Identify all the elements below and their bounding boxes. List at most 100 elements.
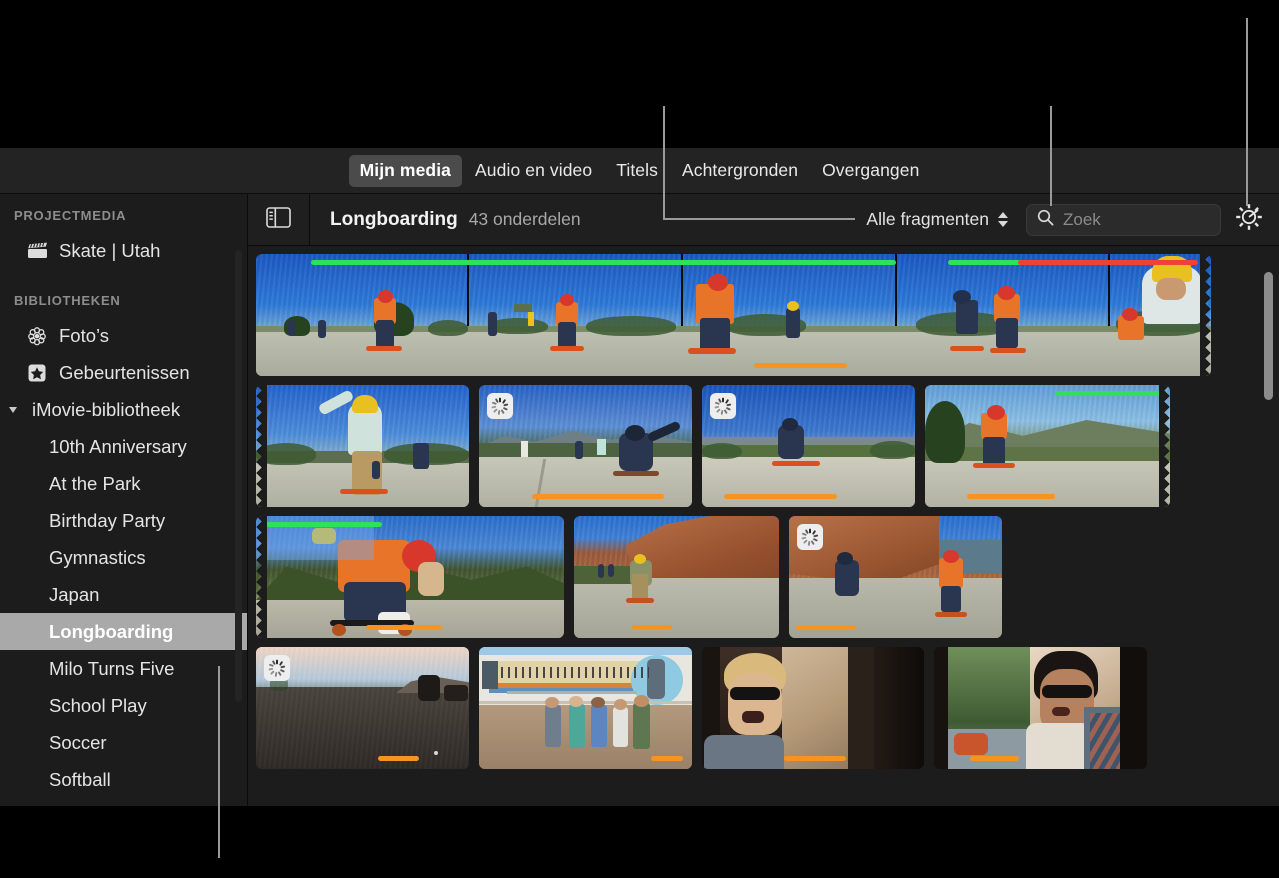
clip-row: [256, 385, 1279, 507]
sidebar-item-japan[interactable]: Japan: [0, 576, 247, 613]
tab-achtergronden[interactable]: Achtergronden: [671, 155, 809, 187]
search-input[interactable]: Zoek: [1063, 210, 1101, 230]
tab-mijn-media[interactable]: Mijn media: [349, 155, 462, 187]
clip-row: [256, 254, 1279, 376]
keyword-marker-bar: [970, 756, 1019, 761]
clip-thumbnail[interactable]: [925, 385, 1170, 507]
media-browser-tabbar: Mijn media Audio en video Titels Achterg…: [0, 148, 1279, 194]
sidebar-item-gebeurtenissen[interactable]: Gebeurtenissen: [0, 354, 247, 391]
sidebar-scrollbar[interactable]: [235, 250, 242, 702]
keyword-marker-bar: [754, 363, 847, 368]
clip-thumbnail[interactable]: [479, 385, 692, 507]
clip-thumbnail[interactable]: [702, 647, 924, 769]
clip-thumbnail[interactable]: [789, 516, 1002, 638]
sidebar-item-soccer[interactable]: Soccer: [0, 724, 247, 761]
analyzing-spinner-icon: [710, 393, 736, 419]
sidebar-item-label: Foto’s: [59, 325, 109, 347]
sidebar-item-label: Gebeurtenissen: [59, 362, 190, 384]
sidebar-item-milo-turns-five[interactable]: Milo Turns Five: [0, 650, 247, 687]
sidebar-item-at-the-park[interactable]: At the Park: [0, 465, 247, 502]
sidebar-item-label: Birthday Party: [49, 510, 165, 532]
callout-filter-popup: [663, 218, 855, 220]
sidebar-item-label: 10th Anniversary: [49, 436, 187, 458]
item-count-label: 43 onderdelen: [469, 209, 581, 230]
tab-label: Audio en video: [475, 160, 592, 180]
keyword-marker-bar: [378, 756, 419, 761]
tab-label: Mijn media: [360, 160, 451, 180]
clip-continues-edge-icon: [256, 516, 267, 638]
imovie-media-browser-window: Mijn media Audio en video Titels Achterg…: [0, 0, 1279, 878]
clip-continues-edge-icon: [1200, 254, 1211, 376]
search-field[interactable]: Zoek: [1026, 204, 1221, 236]
callout-search-field: [1050, 106, 1052, 206]
keyword-marker-bar: [967, 494, 1055, 499]
clip-row: [256, 647, 1279, 769]
tab-titels[interactable]: Titels: [605, 155, 669, 187]
keyword-marker-bar: [796, 625, 856, 630]
sidebar-item-softball[interactable]: Softball: [0, 761, 247, 798]
sidebar-item-label: Softball: [49, 769, 111, 791]
gear-icon: [1234, 202, 1264, 237]
tab-label: Achtergronden: [682, 160, 798, 180]
sidebar-item-label: Milo Turns Five: [49, 658, 174, 680]
clip-still: [925, 385, 1170, 507]
tab-audio-en-video[interactable]: Audio en video: [464, 155, 603, 187]
sidebar-toggle-icon: [266, 207, 291, 233]
sidebar-item-skate-utah[interactable]: Skate | Utah: [0, 232, 247, 269]
sidebar-item-fotos[interactable]: Foto’s: [0, 317, 247, 354]
grid-scrollbar[interactable]: [1264, 272, 1273, 400]
keyword-marker-bar: [651, 756, 683, 761]
tab-overgangen[interactable]: Overgangen: [811, 155, 930, 187]
sidebar-item-gymnastics[interactable]: Gymnastics: [0, 539, 247, 576]
up-down-chevron-icon[interactable]: [998, 212, 1008, 227]
disclosure-triangle-icon[interactable]: [9, 407, 17, 413]
clip-thumbnail[interactable]: [256, 647, 469, 769]
sidebar-item-label: Gymnastics: [49, 547, 146, 569]
analyzing-spinner-icon: [797, 524, 823, 550]
clip-row: [256, 516, 1279, 638]
favorite-marker-bar: [1055, 391, 1167, 396]
clip-thumbnail[interactable]: [702, 385, 915, 507]
sidebar-toggle-button[interactable]: [248, 194, 310, 245]
clip-thumbnail[interactable]: [574, 516, 779, 638]
filmstrip-clip-selected[interactable]: [256, 254, 1211, 376]
browser-title-group: Longboarding 43 onderdelen: [310, 209, 581, 231]
callout-selected-event: [218, 666, 220, 858]
search-icon: [1037, 209, 1054, 231]
clip-continues-edge-icon: [256, 385, 267, 507]
keyword-marker-bar: [724, 494, 837, 499]
sidebar-section-header-projectmedia: PROJECTMEDIA: [0, 208, 247, 223]
clip-still: [574, 516, 779, 638]
analyzing-spinner-icon: [264, 655, 290, 681]
clip-still: [256, 385, 469, 507]
media-browser-pane: Longboarding 43 onderdelen Alle fragment…: [248, 194, 1279, 806]
keyword-marker-bar: [366, 625, 442, 630]
clip-thumbnail[interactable]: [479, 647, 692, 769]
filter-popup-button[interactable]: Alle fragmenten: [866, 209, 989, 230]
analyzing-spinner-icon: [487, 393, 513, 419]
favorite-marker-bar: [311, 260, 896, 265]
sidebar-item-imovie-bibliotheek[interactable]: iMovie-bibliotheek: [0, 391, 247, 428]
favorite-marker-bar: [264, 522, 382, 527]
browser-body: PROJECTMEDIA Skate | Utah BIBLIOTHEKEN: [0, 194, 1279, 806]
clip-thumbnail[interactable]: [256, 516, 564, 638]
settings-button[interactable]: [1227, 198, 1271, 242]
callout-settings-gear: [1246, 18, 1248, 206]
clip-thumbnail[interactable]: [934, 647, 1147, 769]
clip-still: [256, 254, 1211, 376]
keyword-marker-bar: [784, 756, 846, 761]
sidebar-item-10th-anniversary[interactable]: 10th Anniversary: [0, 428, 247, 465]
clip-thumbnail[interactable]: [256, 385, 469, 507]
tab-label: Titels: [616, 160, 658, 180]
tab-label: Overgangen: [822, 160, 919, 180]
sidebar-item-label: School Play: [49, 695, 147, 717]
film-slate-icon: [26, 240, 48, 262]
toolbar-right-controls: Alle fragmenten Zoek: [866, 198, 1279, 242]
sidebar-item-label: Longboarding: [49, 621, 173, 643]
sidebar-item-birthday-party[interactable]: Birthday Party: [0, 502, 247, 539]
clip-grid[interactable]: [248, 246, 1279, 806]
sidebar-item-school-play[interactable]: School Play: [0, 687, 247, 724]
clip-continues-edge-icon: [1159, 385, 1170, 507]
sidebar-item-longboarding[interactable]: Longboarding: [0, 613, 247, 650]
clip-still: [934, 647, 1147, 769]
